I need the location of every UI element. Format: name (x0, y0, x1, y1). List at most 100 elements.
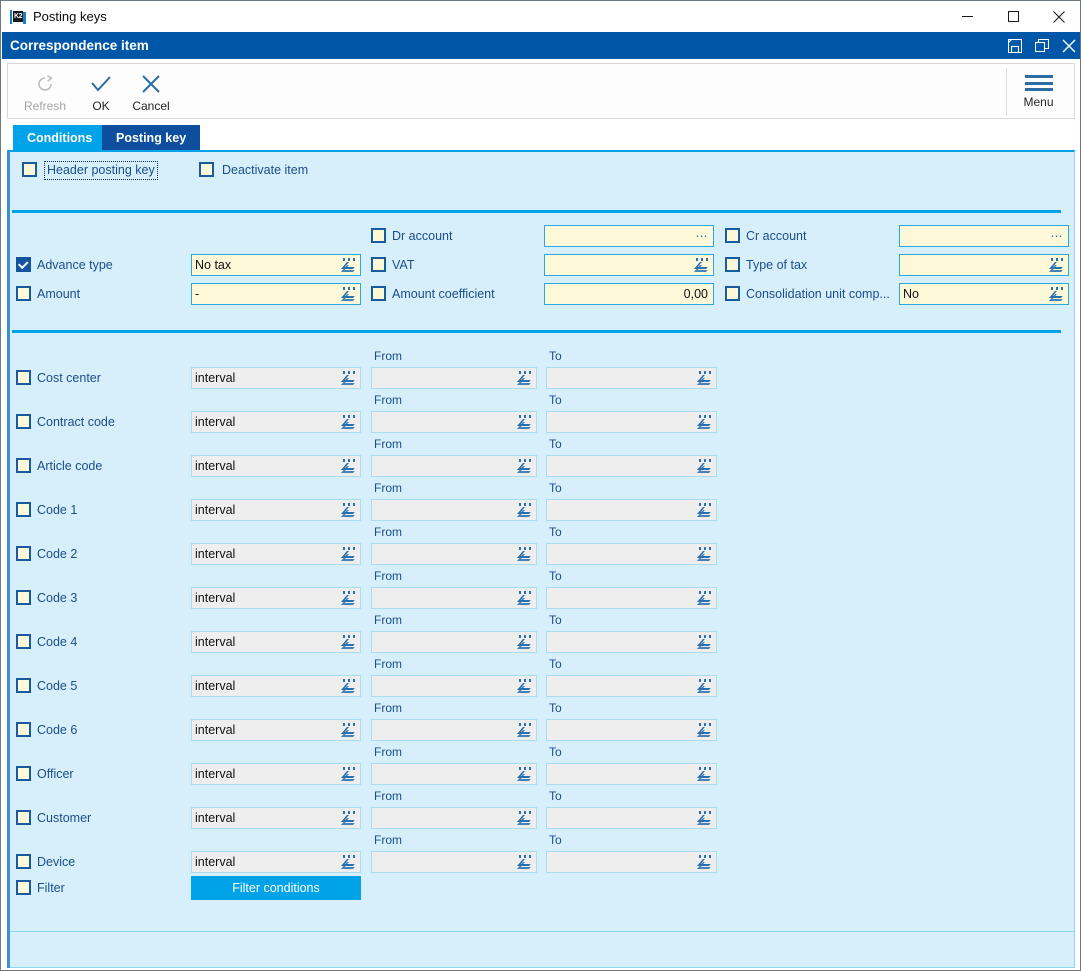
dropdown-chevron-icon[interactable] (341, 413, 357, 431)
checkbox-code-3[interactable] (16, 590, 31, 605)
field-device-from[interactable] (371, 851, 537, 873)
field-code-3-mode[interactable]: interval (191, 587, 361, 609)
dropdown-chevron-icon[interactable] (517, 765, 533, 783)
field-vat[interactable] (544, 254, 714, 276)
checkbox-filter[interactable] (16, 880, 31, 895)
dropdown-chevron-icon[interactable] (1049, 256, 1065, 274)
dropdown-chevron-icon[interactable] (697, 501, 713, 519)
field-contract-code-to[interactable] (546, 411, 717, 433)
field-consolidation-unit[interactable]: No (899, 283, 1069, 305)
checkbox-device[interactable] (16, 854, 31, 869)
dropdown-chevron-icon[interactable] (694, 256, 710, 274)
field-cr-account[interactable]: ⋯ (899, 225, 1069, 247)
cancel-button[interactable]: Cancel (120, 68, 182, 116)
checkbox-vat[interactable] (371, 257, 386, 272)
field-code-4-to[interactable] (546, 631, 717, 653)
field-code-2-from[interactable] (371, 543, 537, 565)
field-amount-coefficient[interactable]: 0,00 (544, 283, 714, 305)
dropdown-chevron-icon[interactable] (697, 677, 713, 695)
field-code-1-to[interactable] (546, 499, 717, 521)
dropdown-chevron-icon[interactable] (341, 853, 357, 871)
dropdown-chevron-icon[interactable] (341, 457, 357, 475)
field-dr-account[interactable]: ⋯ (544, 225, 714, 247)
dropdown-chevron-icon[interactable] (697, 369, 713, 387)
field-device-to[interactable] (546, 851, 717, 873)
field-code-4-mode[interactable]: interval (191, 631, 361, 653)
dropdown-chevron-icon[interactable] (517, 369, 533, 387)
checkbox-amount[interactable] (16, 286, 31, 301)
close-icon[interactable] (1036, 1, 1080, 32)
dropdown-chevron-icon[interactable] (1049, 285, 1065, 303)
checkbox-officer[interactable] (16, 766, 31, 781)
field-code-2-mode[interactable]: interval (191, 543, 361, 565)
dropdown-chevron-icon[interactable] (697, 765, 713, 783)
dropdown-chevron-icon[interactable] (697, 457, 713, 475)
dropdown-chevron-icon[interactable] (341, 545, 357, 563)
checkbox-deactivate-item[interactable] (199, 162, 214, 177)
field-code-3-from[interactable] (371, 587, 537, 609)
field-officer-mode[interactable]: interval (191, 763, 361, 785)
checkbox-code-6[interactable] (16, 722, 31, 737)
dropdown-chevron-icon[interactable] (697, 853, 713, 871)
field-contract-code-from[interactable] (371, 411, 537, 433)
checkbox-code-4[interactable] (16, 634, 31, 649)
dropdown-chevron-icon[interactable] (697, 545, 713, 563)
dropdown-chevron-icon[interactable] (341, 501, 357, 519)
dropdown-chevron-icon[interactable] (341, 677, 357, 695)
field-article-code-mode[interactable]: interval (191, 455, 361, 477)
dropdown-chevron-icon[interactable] (697, 809, 713, 827)
field-customer-to[interactable] (546, 807, 717, 829)
field-code-5-from[interactable] (371, 675, 537, 697)
checkbox-cr-account[interactable] (725, 228, 740, 243)
field-customer-mode[interactable]: interval (191, 807, 361, 829)
maximize-icon[interactable] (990, 1, 1036, 32)
field-amount[interactable]: - (191, 283, 361, 305)
dropdown-chevron-icon[interactable] (517, 413, 533, 431)
save-icon[interactable] (1006, 37, 1023, 54)
app-close-icon[interactable] (1060, 37, 1077, 54)
field-customer-from[interactable] (371, 807, 537, 829)
field-code-6-to[interactable] (546, 719, 717, 741)
field-advance-type[interactable]: No tax (191, 254, 361, 276)
dropdown-chevron-icon[interactable] (517, 809, 533, 827)
field-article-code-from[interactable] (371, 455, 537, 477)
dropdown-chevron-icon[interactable] (341, 589, 357, 607)
field-code-4-from[interactable] (371, 631, 537, 653)
dropdown-chevron-icon[interactable] (341, 285, 357, 303)
field-article-code-to[interactable] (546, 455, 717, 477)
restore-icon[interactable] (1033, 37, 1050, 54)
checkbox-article-code[interactable] (16, 458, 31, 473)
field-type-of-tax[interactable] (899, 254, 1069, 276)
checkbox-cost-center[interactable] (16, 370, 31, 385)
dropdown-chevron-icon[interactable] (697, 589, 713, 607)
ellipsis-icon[interactable]: ⋯ (694, 229, 710, 243)
checkbox-code-1[interactable] (16, 502, 31, 517)
menu-button[interactable]: Menu (1006, 68, 1070, 116)
refresh-button[interactable]: Refresh (14, 68, 76, 116)
field-code-6-from[interactable] (371, 719, 537, 741)
checkbox-dr-account[interactable] (371, 228, 386, 243)
dropdown-chevron-icon[interactable] (341, 765, 357, 783)
checkbox-amount-coefficient[interactable] (371, 286, 386, 301)
checkbox-customer[interactable] (16, 810, 31, 825)
field-contract-code-mode[interactable]: interval (191, 411, 361, 433)
field-officer-to[interactable] (546, 763, 717, 785)
tab-posting-key[interactable]: Posting key (102, 125, 201, 150)
field-code-1-from[interactable] (371, 499, 537, 521)
dropdown-chevron-icon[interactable] (341, 256, 357, 274)
dropdown-chevron-icon[interactable] (517, 721, 533, 739)
field-code-6-mode[interactable]: interval (191, 719, 361, 741)
checkbox-contract-code[interactable] (16, 414, 31, 429)
dropdown-chevron-icon[interactable] (697, 633, 713, 651)
checkbox-type-of-tax[interactable] (725, 257, 740, 272)
field-cost-center-mode[interactable]: interval (191, 367, 361, 389)
checkbox-consolidation-unit[interactable] (725, 286, 740, 301)
dropdown-chevron-icon[interactable] (341, 369, 357, 387)
dropdown-chevron-icon[interactable] (341, 633, 357, 651)
dropdown-chevron-icon[interactable] (697, 721, 713, 739)
ellipsis-icon[interactable]: ⋯ (1049, 229, 1065, 243)
field-code-2-to[interactable] (546, 543, 717, 565)
tab-conditions[interactable]: Conditions (13, 125, 107, 150)
dropdown-chevron-icon[interactable] (341, 809, 357, 827)
dropdown-chevron-icon[interactable] (341, 721, 357, 739)
